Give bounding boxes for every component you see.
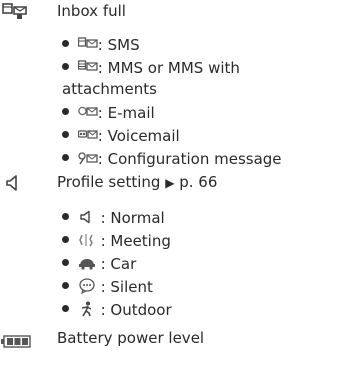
silent-icon <box>79 277 95 294</box>
item-label: Normal <box>110 209 165 227</box>
item-label: Silent <box>110 278 153 296</box>
separator: : <box>97 150 103 168</box>
list-item: : Meeting <box>62 230 171 252</box>
list-item: : Normal <box>62 207 165 229</box>
separator: : <box>97 36 103 54</box>
item-label: E-mail <box>107 104 155 122</box>
list-item: : E-mail <box>62 102 155 124</box>
voicemail-icon <box>77 129 98 139</box>
bullet <box>62 305 69 312</box>
page-reference: p. 66 <box>179 173 218 191</box>
list-item: : Outdoor <box>62 299 172 321</box>
item-label: Voicemail <box>107 127 180 145</box>
speaker-icon <box>6 175 17 191</box>
list-item: : Silent <box>62 276 153 298</box>
configuration-icon <box>78 151 98 164</box>
bullet <box>62 259 69 266</box>
bullet <box>62 282 69 289</box>
car-icon <box>78 258 95 270</box>
battery-icon <box>1 335 31 348</box>
bullet <box>62 40 69 47</box>
separator: : <box>97 104 103 122</box>
battery-power-title: Battery power level <box>57 329 205 347</box>
page-ref-arrow-icon: ▶ <box>165 176 175 190</box>
item-label: Outdoor <box>110 301 172 319</box>
list-item: : Car <box>62 253 136 275</box>
separator: : <box>100 255 106 273</box>
separator: : <box>97 59 103 77</box>
inbox-full-icon <box>2 3 27 19</box>
bullet <box>62 63 69 70</box>
list-item: : Voicemail <box>62 125 180 147</box>
inbox-full-title: Inbox full <box>57 2 126 20</box>
bullet <box>62 236 69 243</box>
separator: : <box>100 209 106 227</box>
separator: : <box>100 278 106 296</box>
item-label: Meeting <box>110 232 171 250</box>
list-item: : Configuration message <box>62 148 282 170</box>
separator: : <box>100 232 106 250</box>
item-label: SMS <box>107 36 140 54</box>
bullet <box>62 108 69 115</box>
profile-title-text: Profile setting <box>57 173 161 191</box>
item-label: Configuration message <box>107 150 282 168</box>
bullet <box>62 213 69 220</box>
separator: : <box>100 301 106 319</box>
mms-icon <box>77 59 98 71</box>
email-icon <box>78 106 98 116</box>
item-label: Car <box>110 255 137 273</box>
meeting-icon <box>79 233 93 246</box>
speaker-icon <box>80 210 90 223</box>
bullet <box>62 131 69 138</box>
item-label-continuation: attachments <box>62 80 157 98</box>
outdoor-icon <box>81 301 92 316</box>
separator: : <box>97 127 103 145</box>
sms-icon <box>77 36 98 48</box>
profile-setting-title: Profile setting ▶ p. 66 <box>57 171 217 194</box>
item-label: MMS or MMS with <box>107 59 240 77</box>
list-item: : MMS or MMS with <box>62 57 240 79</box>
bullet <box>62 154 69 161</box>
list-item: : SMS <box>62 34 140 56</box>
